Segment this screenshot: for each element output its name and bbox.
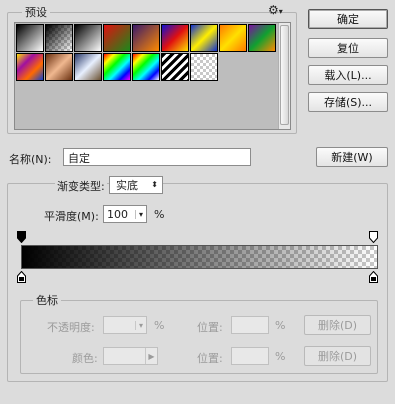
location-label-color: 位置: bbox=[197, 352, 223, 365]
preset-swatch[interactable] bbox=[190, 24, 218, 52]
smoothness-unit: % bbox=[154, 208, 165, 221]
preset-swatch[interactable] bbox=[45, 53, 73, 81]
new-button[interactable]: 新建(W) bbox=[316, 147, 388, 167]
scrollbar-thumb[interactable] bbox=[280, 25, 289, 125]
chevron-down-icon: ▾ bbox=[134, 209, 146, 219]
gradient-type-label: 渐变类型: bbox=[55, 178, 107, 194]
location-unit-color: % bbox=[275, 350, 286, 363]
save-button[interactable]: 存储(S)... bbox=[308, 92, 388, 112]
preset-swatch[interactable] bbox=[132, 53, 160, 81]
location-input-color[interactable] bbox=[231, 347, 269, 365]
preset-swatch[interactable] bbox=[45, 24, 73, 52]
delete-color-stop-button[interactable]: 删除(D) bbox=[304, 346, 371, 366]
opacity-label: 不透明度: bbox=[47, 321, 95, 334]
color-swatch-picker[interactable]: ▶ bbox=[103, 347, 158, 365]
preset-swatch[interactable] bbox=[74, 24, 102, 52]
preset-swatch[interactable] bbox=[161, 24, 189, 52]
smoothness-select[interactable]: 100 ▾ bbox=[103, 205, 147, 223]
preset-swatch[interactable] bbox=[161, 53, 189, 81]
opacity-stop-right[interactable] bbox=[369, 231, 378, 243]
preset-swatch[interactable] bbox=[190, 53, 218, 81]
preset-swatch[interactable] bbox=[16, 24, 44, 52]
name-label: 名称(N): bbox=[9, 153, 52, 166]
opacity-stop-left[interactable] bbox=[17, 231, 26, 243]
smoothness-label: 平滑度(M): bbox=[44, 210, 99, 223]
color-stop-right[interactable] bbox=[369, 271, 378, 283]
color-label: 颜色: bbox=[72, 352, 98, 365]
name-input[interactable]: 自定 bbox=[63, 148, 251, 166]
preset-swatch[interactable] bbox=[103, 53, 131, 81]
presets-scrollbar[interactable] bbox=[278, 23, 290, 129]
opacity-select[interactable]: ▾ bbox=[103, 316, 147, 334]
presets-list[interactable] bbox=[14, 22, 291, 130]
updown-icon: ⬍ bbox=[151, 180, 158, 189]
color-stop-left[interactable] bbox=[17, 271, 26, 283]
preset-swatch[interactable] bbox=[74, 53, 102, 81]
delete-opacity-stop-button[interactable]: 删除(D) bbox=[304, 315, 371, 335]
color-stops-title: 色标 bbox=[33, 292, 61, 308]
location-input-opacity[interactable] bbox=[231, 316, 269, 334]
load-button[interactable]: 载入(L)... bbox=[308, 65, 388, 85]
opacity-unit: % bbox=[154, 319, 165, 332]
gear-icon[interactable]: ⚙▾ bbox=[268, 4, 283, 18]
preset-swatch[interactable] bbox=[219, 24, 247, 52]
presets-title: 预设 bbox=[22, 4, 50, 20]
reset-button[interactable]: 复位 bbox=[308, 38, 388, 58]
gradient-preview-bar[interactable] bbox=[21, 245, 378, 269]
ok-button[interactable]: 确定 bbox=[308, 9, 388, 29]
gradient-type-value: 实底 bbox=[116, 179, 138, 192]
chevron-right-icon: ▶ bbox=[145, 348, 157, 364]
preset-swatch[interactable] bbox=[132, 24, 160, 52]
preset-swatch[interactable] bbox=[16, 53, 44, 81]
preset-swatch[interactable] bbox=[103, 24, 131, 52]
gradient-type-select[interactable]: 实底 ⬍ bbox=[109, 176, 163, 194]
preset-swatch[interactable] bbox=[248, 24, 276, 52]
smoothness-value: 100 bbox=[107, 207, 128, 221]
location-label-opacity: 位置: bbox=[197, 321, 223, 334]
chevron-down-icon: ▾ bbox=[134, 320, 146, 330]
location-unit-opacity: % bbox=[275, 319, 286, 332]
